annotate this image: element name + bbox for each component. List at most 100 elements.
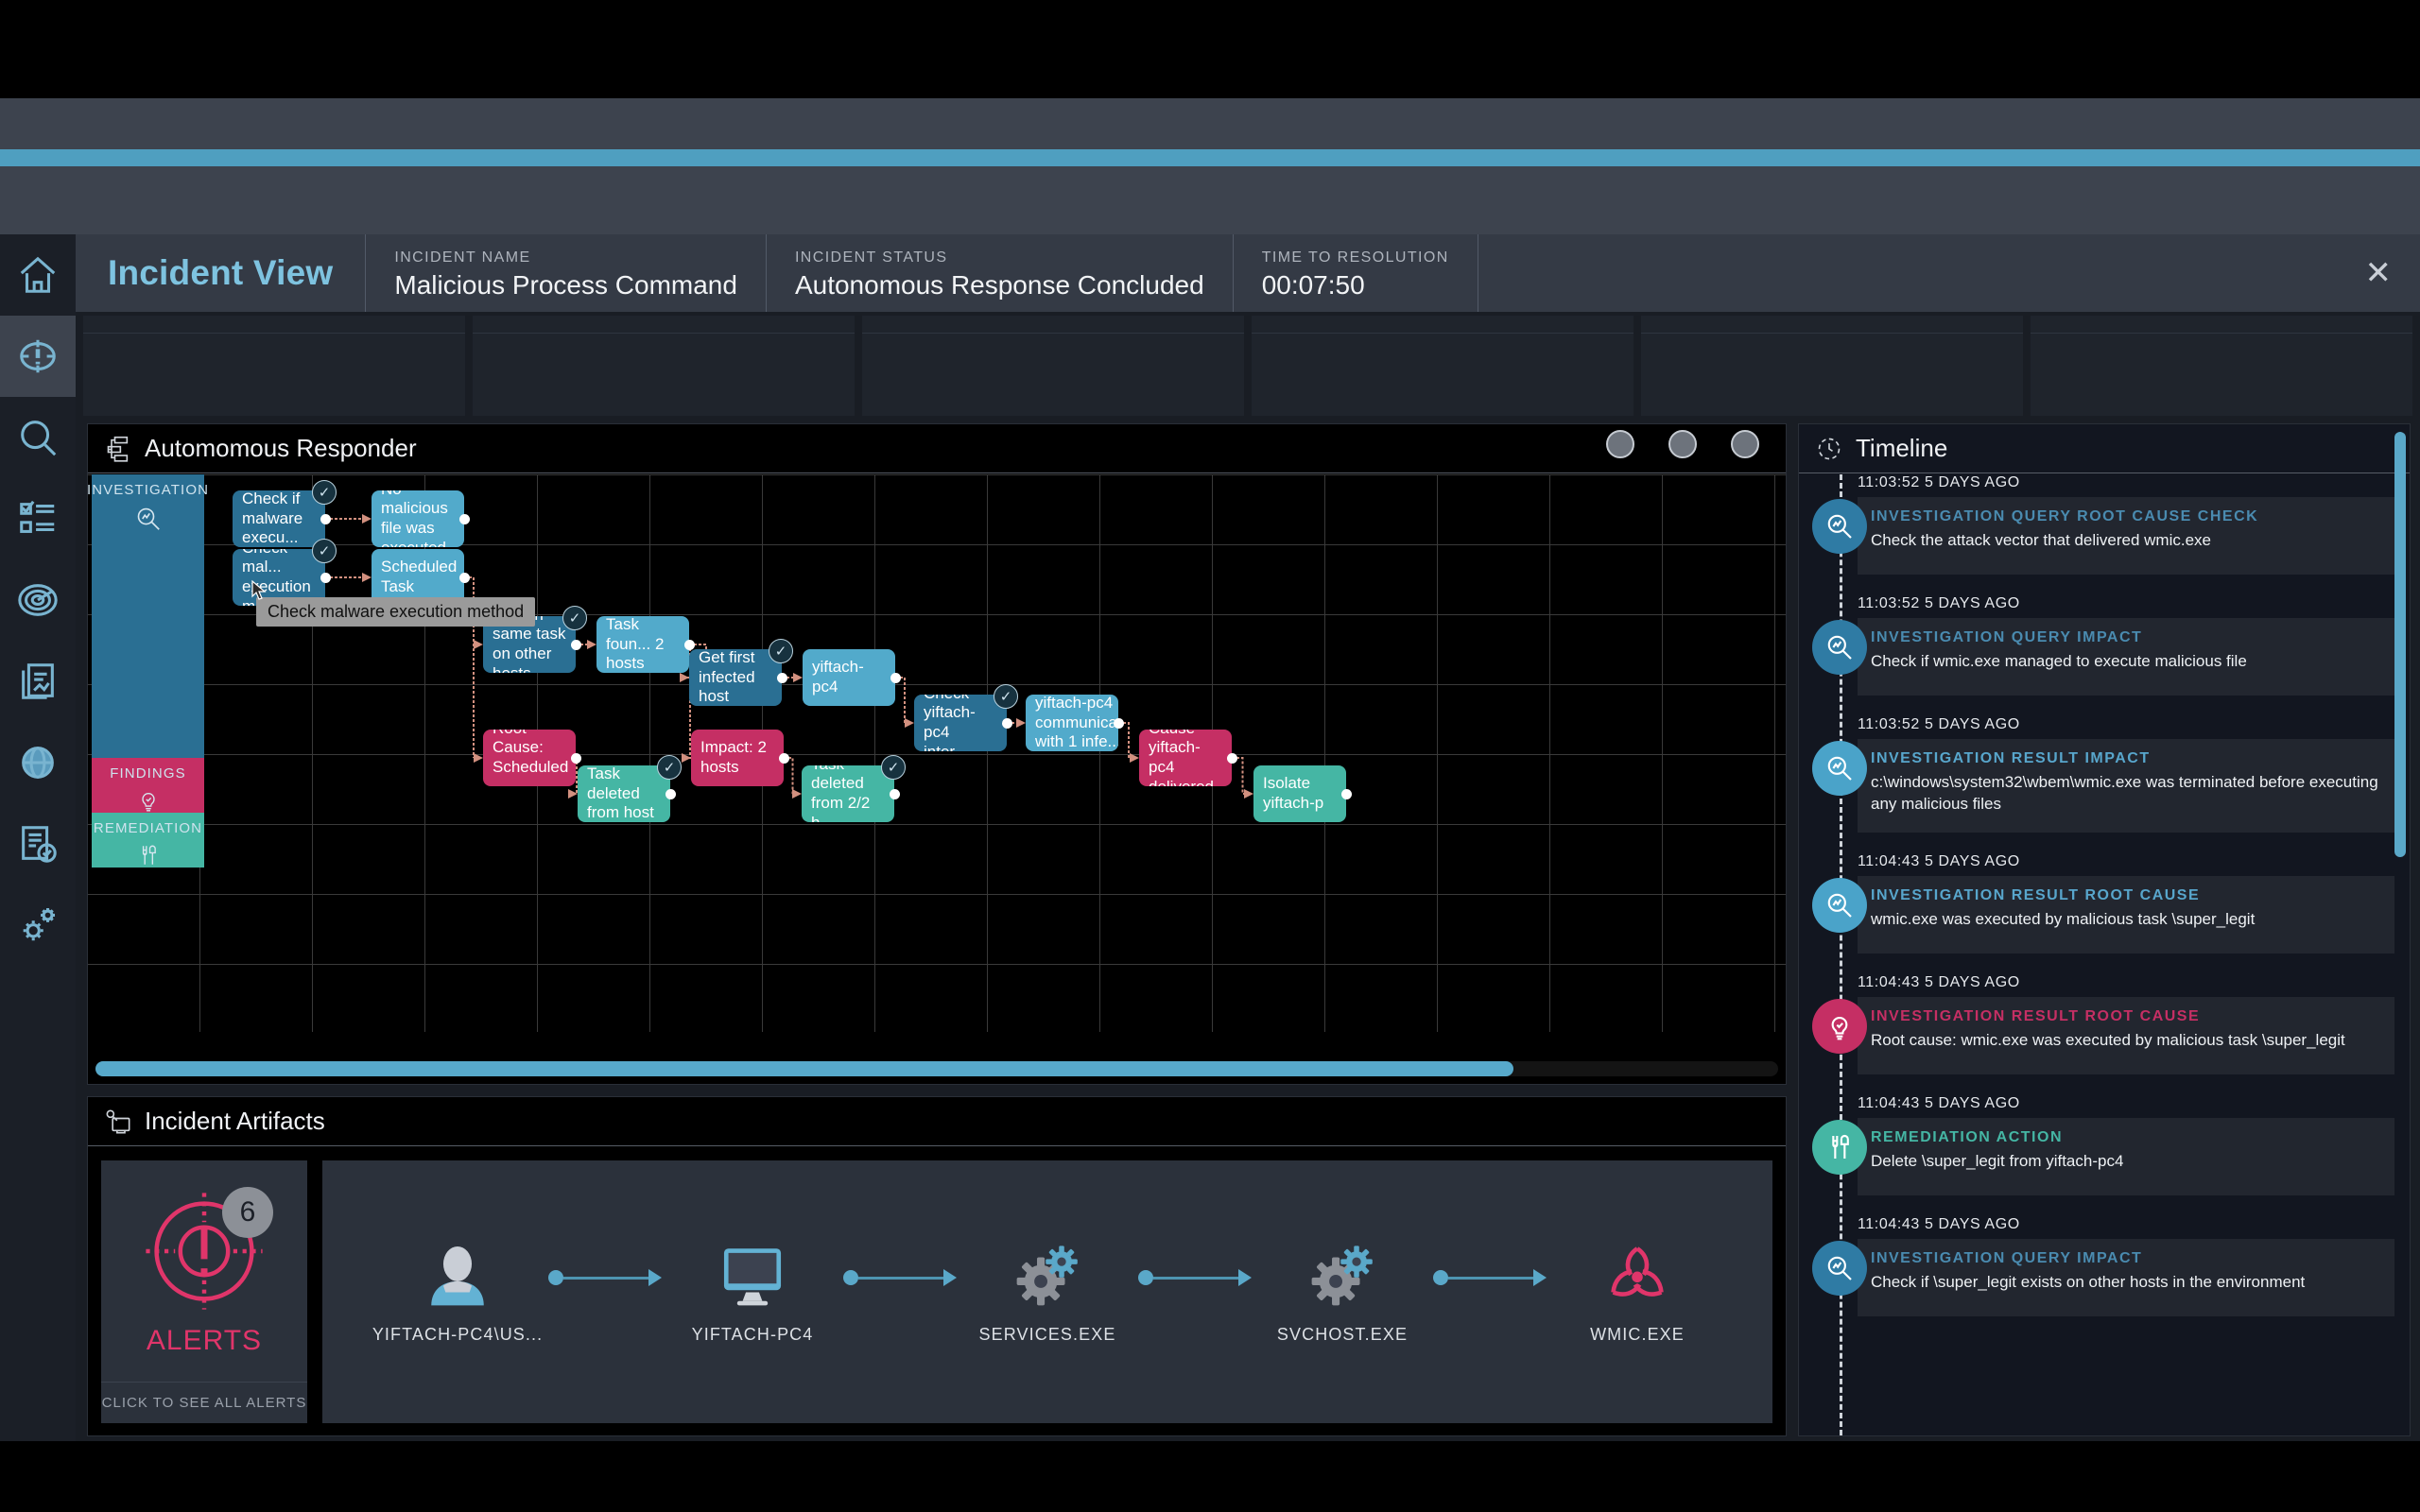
timeline-list[interactable]: 11:03:52 5 DAYS AGO INVESTIGATION QUERY R…	[1799, 474, 2410, 1435]
sidebar-item-radar[interactable]	[0, 559, 76, 641]
radar-icon	[18, 584, 58, 616]
node-connector-dot	[1227, 753, 1237, 764]
artifacts-icon	[106, 1109, 130, 1133]
sidebar-item-audit[interactable]	[0, 803, 76, 885]
flow-node[interactable]: Check yiftach-pc4 inter...	[914, 695, 1007, 751]
sidebar-item-search[interactable]	[0, 397, 76, 478]
flow-node[interactable]: Root Cause: Scheduled ...	[483, 730, 576, 786]
flow-node[interactable]: No malicious file was executed	[372, 490, 464, 547]
timeline-item[interactable]: 11:04:43 5 DAYS AGO INVESTIGATION RESULT …	[1799, 974, 2410, 1074]
sidebar-item-alerts[interactable]	[0, 316, 76, 397]
timeline-item-icon-bubble	[1812, 1119, 1867, 1175]
artifact-node-label: YIFTACH-PC4\US...	[372, 1324, 544, 1344]
timeline-item-card: INVESTIGATION RESULT IMPACT c:\windows\sy…	[1858, 739, 2394, 833]
timeline-item-icon-bubble	[1812, 877, 1867, 933]
timeline-item[interactable]: 11:04:43 5 DAYS AGO REMEDIATION ACTION Del…	[1799, 1095, 2410, 1195]
magnifier-icon	[1827, 893, 1852, 918]
flow-node[interactable]: yiftach-pc4 communicated with 1 infe...	[1026, 695, 1118, 751]
flow-node[interactable]: Task deleted from 2/2 h...	[802, 765, 894, 822]
timeline-item-text: Delete \super_legit from yiftach-pc4	[1871, 1151, 2124, 1170]
timeline-item-icon-bubble	[1812, 620, 1867, 675]
node-connector-dot	[571, 640, 581, 650]
timeline-item-card: INVESTIGATION QUERY ROOT CAUSE CHECK Chec…	[1858, 497, 2394, 575]
close-icon[interactable]: ✕	[2365, 257, 2393, 289]
summary-card-body	[1252, 334, 1634, 349]
header-label: INCIDENT NAME	[394, 249, 531, 266]
timeline-item-time: 11:03:52 5 DAYS AGO	[1858, 474, 2020, 490]
artifact-node[interactable]: SVCHOST.EXE	[1257, 1240, 1427, 1345]
artifact-node[interactable]: SERVICES.EXE	[962, 1240, 1132, 1345]
summary-cards	[76, 312, 2420, 416]
summary-card-title	[1252, 316, 1634, 334]
timeline-item[interactable]: 11:03:52 5 DAYS AGO INVESTIGATION QUERY I…	[1799, 595, 2410, 696]
summary-card-remediation	[1252, 316, 1634, 416]
alerts-icon	[20, 339, 56, 373]
header-value: Autonomous Response Concluded	[794, 270, 1204, 300]
flow-node[interactable]: Check if malware execu...	[233, 490, 325, 547]
audit-icon	[22, 826, 57, 863]
node-tooltip: Check malware execution method	[256, 597, 536, 627]
timeline-item-text: Check if wmic.exe managed to execute mal…	[1871, 652, 2247, 670]
legend-item-partial-success	[1668, 430, 1704, 458]
timeline-item-text: Check the attack vector that delivered w…	[1871, 531, 2211, 549]
artifact-node[interactable]: YIFTACH-PC4	[667, 1240, 838, 1345]
browser-toolbar	[0, 98, 2420, 151]
legend-glyph-icon	[1668, 430, 1697, 458]
canvas-horizontal-scrollbar[interactable]	[95, 1061, 1778, 1076]
timeline-item-card: INVESTIGATION RESULT ROOT CAUSE Root caus…	[1858, 996, 2394, 1074]
flow-node-label: Root Cause - yiftach-pc4 delivered t...	[1149, 730, 1214, 786]
timeline-item-kind: INVESTIGATION RESULT ROOT CAUSE	[1871, 1007, 2201, 1024]
timeline-scrollbar[interactable]	[2394, 432, 2406, 857]
summary-card-root-cause	[862, 316, 1244, 416]
sidebar-item-settings[interactable]	[0, 885, 76, 966]
flow-node[interactable]: Impact: 2 hosts	[691, 730, 784, 786]
accent-bar	[0, 149, 2420, 166]
responder-canvas[interactable]: INVESTIGATION FINDINGS REMEDIATION Check if…	[88, 474, 1786, 1032]
node-status-success-icon: ✓	[769, 639, 793, 663]
alerts-tile[interactable]: 6 ALERTS CLICK TO SEE ALL ALERTS	[101, 1160, 307, 1423]
flow-node[interactable]: yiftach-pc4	[803, 649, 895, 706]
magnifier-icon	[1827, 514, 1852, 539]
scrollbar-thumb[interactable]	[95, 1061, 1513, 1076]
artifact-node[interactable]: YIFTACH-PC4\US...	[372, 1240, 543, 1345]
node-connector-dot	[320, 514, 331, 524]
search-icon	[21, 421, 57, 456]
page-title: Incident View	[108, 253, 334, 292]
artifact-node-label: YIFTACH-PC4	[691, 1324, 814, 1344]
timeline-item-kind: INVESTIGATION RESULT ROOT CAUSE	[1871, 886, 2201, 903]
see-all-alerts-link[interactable]: CLICK TO SEE ALL ALERTS	[101, 1382, 307, 1423]
timeline-item-card: INVESTIGATION QUERY IMPACT Check if \supe…	[1858, 1238, 2394, 1316]
biohazard-icon	[1611, 1246, 1664, 1297]
timeline-item-text: wmic.exe was executed by malicious task …	[1871, 909, 2256, 928]
summary-card-body	[2031, 334, 2412, 349]
artifacts-body: 6 ALERTS CLICK TO SEE ALL ALERTS YIFTACH…	[88, 1147, 1786, 1436]
timeline-item-text: Check if \super_legit exists on other ho…	[1871, 1272, 2306, 1291]
chain-arrow	[1433, 1269, 1547, 1286]
header-value: 00:07:50	[1261, 270, 1365, 300]
timeline-item[interactable]: 11:04:43 5 DAYS AGO INVESTIGATION RESULT …	[1799, 853, 2410, 954]
bulb-icon	[1831, 1016, 1848, 1040]
artifacts-title: Incident Artifacts	[145, 1107, 325, 1135]
flow-node[interactable]: Root Cause - yiftach-pc4 delivered t...	[1139, 730, 1232, 786]
flow-node[interactable]: Isolate yiftach-p	[1253, 765, 1346, 822]
summary-card-title	[2031, 316, 2412, 334]
sidebar-item-reports[interactable]	[0, 641, 76, 722]
sidebar-item-home[interactable]	[0, 234, 76, 316]
timeline-item[interactable]: 11:03:52 5 DAYS AGO INVESTIGATION RESULT …	[1799, 716, 2410, 833]
legend-item-success	[1606, 430, 1642, 458]
artifact-node[interactable]: WMIC.EXE	[1552, 1240, 1722, 1345]
flow-node[interactable]: Get first infected host	[689, 649, 782, 706]
tools-icon	[1832, 1134, 1849, 1159]
flow-node[interactable]: Task foun... 2 hosts	[596, 616, 689, 673]
flow-node-label: Isolate yiftach-p	[1263, 774, 1324, 812]
flow-node[interactable]: Task deleted from host	[578, 765, 670, 822]
header-label: TIME TO RESOLUTION	[1261, 249, 1449, 266]
timeline-item[interactable]: 11:03:52 5 DAYS AGO INVESTIGATION QUERY R…	[1799, 474, 2410, 575]
sidebar-item-checklist[interactable]	[0, 478, 76, 559]
node-connector-dot	[1002, 718, 1012, 729]
sidebar-item-globe[interactable]	[0, 722, 76, 803]
artifact-chain: YIFTACH-PC4\US... YIFTACH-PC4 SERVICES.EXE…	[322, 1160, 1772, 1423]
flow-node-label: No malicious file was executed	[381, 490, 448, 547]
node-connector-dot	[1114, 718, 1124, 729]
timeline-item[interactable]: 11:04:43 5 DAYS AGO INVESTIGATION QUERY I…	[1799, 1216, 2410, 1316]
